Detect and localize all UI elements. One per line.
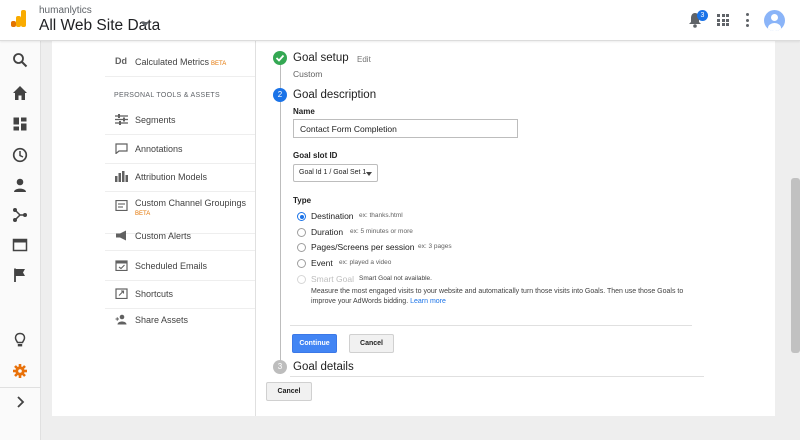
goal-type-label: Smart Goal: [311, 274, 354, 284]
step-number-badge: 2: [273, 88, 287, 102]
rail-divider: [0, 387, 41, 388]
admin-item-label: Scheduled Emails: [135, 261, 208, 271]
admin-item-annotations[interactable]: Annotations: [105, 135, 255, 164]
megaphone-icon: [116, 230, 126, 241]
person-icon[interactable]: [12, 177, 28, 193]
goal-setup-title: Goal setup: [293, 52, 349, 64]
goal-setup-edit-link[interactable]: Edit: [357, 55, 371, 64]
step-complete-check-icon: [273, 51, 287, 65]
left-nav-rail: [0, 41, 41, 440]
goal-type-duration[interactable]: Duration ex: 5 minutes or more: [297, 227, 497, 239]
smart-goal-description: Measure the most engaged visits to your …: [311, 287, 701, 307]
name-label: Name: [293, 107, 315, 116]
customization-icon[interactable]: [12, 116, 28, 132]
radio-unselected[interactable]: [297, 243, 306, 252]
calendar-icon: [115, 260, 128, 271]
beta-badge: BETA: [135, 211, 151, 217]
beta-badge: BETA: [211, 61, 227, 67]
step-number-badge: 3: [273, 360, 287, 374]
bottom-cancel-button[interactable]: Cancel: [266, 382, 312, 401]
smart-goal-description-text: Measure the most engaged visits to your …: [311, 288, 684, 305]
user-avatar[interactable]: [764, 10, 785, 31]
share-assets-icon: [115, 314, 127, 325]
goal-type-hint: Smart Goal not available.: [359, 275, 432, 282]
goal-type-smart-goal: Smart Goal Smart Goal not available.: [297, 274, 537, 286]
section-heading-personal-tools: PERSONAL TOOLS & ASSETS: [114, 92, 220, 99]
goal-slot-label: Goal slot ID: [293, 151, 338, 160]
learn-more-link[interactable]: Learn more: [410, 298, 446, 305]
goal-setup-value: Custom: [293, 69, 323, 79]
cancel-button[interactable]: Cancel: [349, 334, 394, 353]
account-name[interactable]: humanlytics: [39, 5, 92, 16]
divider: [290, 325, 692, 326]
scrollbar-thumb[interactable]: [791, 178, 800, 353]
admin-item-custom-alerts[interactable]: Custom Alerts: [105, 222, 255, 251]
radio-selected[interactable]: [297, 212, 306, 221]
analytics-logo-icon[interactable]: [11, 10, 27, 27]
goal-type-label: Destination: [311, 211, 354, 221]
goal-name-input[interactable]: [293, 119, 518, 138]
admin-item-label: Shortcuts: [135, 289, 174, 299]
admin-view-column: Dd Calculated Metrics BETA PERSONAL TOOLS…: [105, 46, 255, 346]
goal-type-hint: ex: 5 minutes or more: [350, 228, 413, 235]
divider: [290, 376, 704, 377]
admin-item-attribution-models[interactable]: Attribution Models: [105, 163, 255, 192]
radio-unselected[interactable]: [297, 228, 306, 237]
admin-item-label: Custom Channel Groupings: [135, 198, 247, 208]
goal-description-title: Goal description: [293, 89, 377, 101]
goal-type-hint: ex: thanks.html: [359, 212, 403, 219]
admin-item-label: Share Assets: [135, 315, 189, 325]
comment-icon: [115, 143, 128, 154]
apps-grid-icon[interactable]: [717, 14, 729, 26]
admin-item-label: Segments: [135, 115, 176, 125]
column-divider: [255, 41, 256, 416]
admin-item-shortcuts[interactable]: Shortcuts: [105, 280, 255, 309]
admin-item-label: Custom Alerts: [135, 231, 192, 241]
segments-icon: [115, 114, 128, 125]
gear-icon[interactable]: [12, 363, 28, 379]
goal-type-label: Event: [311, 258, 333, 268]
admin-item-label: Calculated Metrics BETA: [135, 57, 226, 67]
goal-type-hint: ex: played a video: [339, 259, 392, 266]
notification-count-badge: 3: [697, 10, 708, 21]
admin-item-label: Attribution Models: [135, 172, 208, 182]
admin-item-label: Annotations: [135, 144, 183, 154]
admin-item-calculated-metrics[interactable]: Dd Calculated Metrics BETA: [105, 48, 255, 77]
wizard-timeline: [280, 61, 281, 374]
admin-item-scheduled-emails[interactable]: Scheduled Emails: [105, 252, 255, 281]
goal-slot-select[interactable]: Goal Id 1 / Goal Set 1: [293, 164, 378, 182]
channel-icon: [115, 200, 128, 211]
caret-down-icon[interactable]: [141, 22, 149, 27]
shortcut-icon: [115, 288, 128, 299]
goal-type-pages-per-session[interactable]: Pages/Screens per session ex: 3 pages: [297, 242, 557, 254]
radio-unselected[interactable]: [297, 259, 306, 268]
more-vert-icon[interactable]: [746, 13, 750, 27]
goal-type-label: Duration: [311, 227, 344, 237]
radio-disabled: [297, 275, 306, 284]
chevron-right-icon[interactable]: [12, 394, 28, 410]
home-icon[interactable]: [12, 85, 28, 101]
search-icon[interactable]: [12, 52, 28, 68]
goal-slot-value: Goal Id 1 / Goal Set 1: [299, 169, 367, 176]
calculated-metrics-label: Calculated Metrics: [135, 57, 210, 67]
continue-button[interactable]: Continue: [292, 334, 337, 353]
goal-type-event[interactable]: Event ex: played a video: [297, 258, 497, 270]
admin-item-share-assets[interactable]: Share Assets: [105, 306, 255, 335]
caret-down-icon: [366, 172, 372, 176]
goal-type-destination[interactable]: Destination ex: thanks.html: [297, 211, 497, 223]
clock-icon[interactable]: [12, 147, 28, 163]
goal-details-title: Goal details: [293, 361, 354, 373]
flag-icon[interactable]: [12, 267, 28, 283]
bar-chart-icon: [115, 171, 128, 182]
behavior-icon[interactable]: [12, 237, 28, 253]
type-label: Type: [293, 196, 312, 205]
goal-type-hint: ex: 3 pages: [418, 243, 452, 250]
acquisition-icon[interactable]: [12, 207, 28, 223]
lightbulb-icon[interactable]: [12, 332, 28, 348]
top-bar: humanlytics All Web Site Data 3: [0, 0, 800, 41]
calculated-metrics-icon: Dd: [115, 56, 127, 66]
goal-type-label: Pages/Screens per session: [311, 242, 415, 252]
admin-item-segments[interactable]: Segments: [105, 106, 255, 135]
